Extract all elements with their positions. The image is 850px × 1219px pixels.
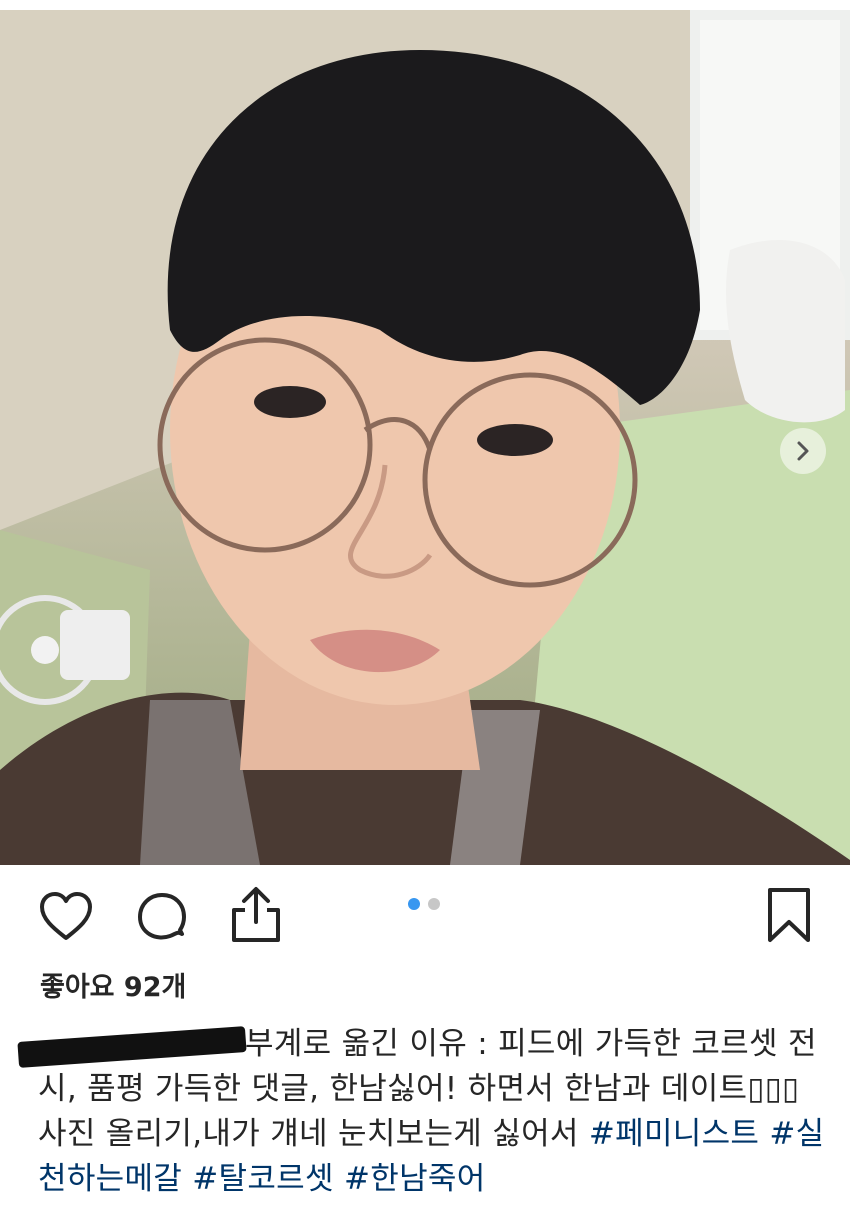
hashtag-link[interactable]: #페미니스트 xyxy=(589,1116,759,1152)
status-strip xyxy=(0,0,850,10)
post-photo[interactable] xyxy=(0,10,850,865)
selfie-photo xyxy=(0,10,850,865)
post-actions xyxy=(0,878,850,948)
redacted-username xyxy=(38,1026,243,1060)
comment-icon[interactable] xyxy=(134,890,190,950)
next-photo-button[interactable] xyxy=(780,428,826,474)
carousel-indicator xyxy=(408,898,440,910)
bookmark-icon[interactable] xyxy=(766,886,812,948)
carousel-dot xyxy=(428,898,440,910)
post-caption: 부계로 옮긴 이유 : 피드에 가득한 코르셋 전시, 품평 가득한 댓글, 한… xyxy=(38,1022,828,1202)
carousel-dot-active xyxy=(408,898,420,910)
heart-icon[interactable] xyxy=(38,890,94,946)
likes-count[interactable]: 좋아요 92개 xyxy=(40,965,186,1004)
hashtag-link[interactable]: #한남죽어 xyxy=(344,1161,486,1197)
share-icon[interactable] xyxy=(228,884,284,948)
hashtag-link[interactable]: #탈코르셋 xyxy=(192,1161,334,1197)
chevron-right-icon xyxy=(797,441,809,461)
